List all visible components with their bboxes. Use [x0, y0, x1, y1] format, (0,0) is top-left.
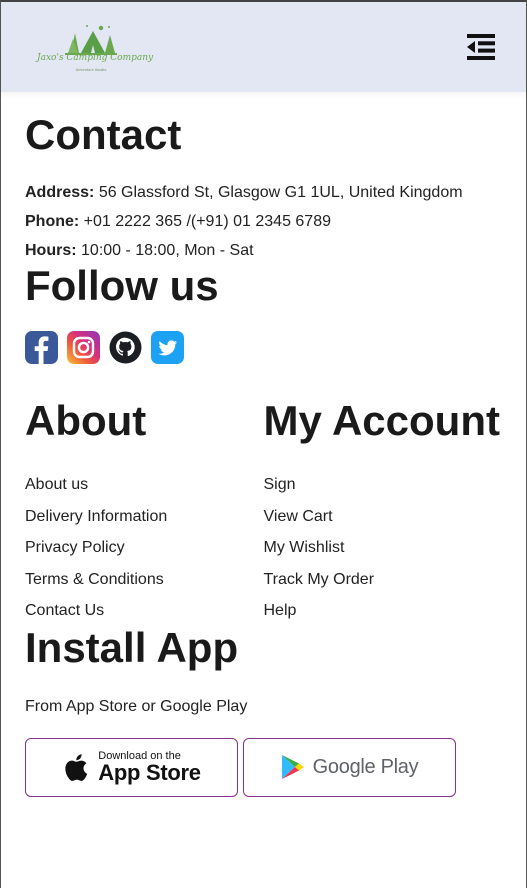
account-links: Sign View Cart My Wishlist Track My Orde… — [264, 469, 503, 627]
brand-name: Jaxo's Camping Company — [37, 53, 154, 63]
phone-label: Phone: — [25, 213, 80, 230]
install-heading: Install App — [25, 623, 239, 671]
facebook-icon[interactable] — [25, 331, 58, 364]
account-section: My Account Sign View Cart My Wishlist Tr… — [264, 400, 503, 627]
menu-toggle-button[interactable] — [466, 32, 496, 62]
about-heading: About — [25, 397, 147, 444]
brand-logo[interactable]: Jaxo's Camping Company Adventure Awaits — [37, 15, 154, 79]
about-link-privacy-policy[interactable]: Privacy Policy — [25, 532, 264, 564]
store-buttons: Download on the App Store Google Play — [25, 737, 502, 797]
brand-tagline: Adventure Awaits — [75, 67, 107, 72]
account-heading: My Account — [263, 397, 500, 444]
footer-content: Contact Address: 56 Glassford St, Glasgo… — [1, 92, 526, 797]
instagram-icon[interactable] — [67, 331, 100, 364]
follow-section: Follow us — [25, 265, 502, 364]
contact-info: Address: 56 Glassford St, Glasgow G1 1UL… — [25, 178, 502, 265]
phone-value: +01 2222 365 /(+91) 01 2345 6789 — [83, 213, 331, 230]
google-play-button[interactable]: Google Play — [243, 737, 456, 797]
account-link-help[interactable]: Help — [264, 595, 503, 627]
google-play-label: Google Play — [312, 755, 419, 778]
hours-row: Hours: 10:00 - 18:00, Mon - Sat — [25, 236, 502, 265]
about-link-delivery-information[interactable]: Delivery Information — [25, 501, 264, 533]
account-link-my-wishlist[interactable]: My Wishlist — [264, 532, 503, 564]
address-label: Address: — [25, 184, 95, 201]
address-row: Address: 56 Glassford St, Glasgow G1 1UL… — [25, 178, 502, 207]
install-subtitle: From App Store or Google Play — [25, 697, 248, 715]
link-columns: About About us Delivery Information Priv… — [25, 400, 502, 627]
contact-heading: Contact — [25, 111, 182, 158]
about-link-terms-conditions[interactable]: Terms & Conditions — [25, 564, 264, 596]
github-icon[interactable] — [109, 331, 142, 364]
twitter-icon[interactable] — [151, 331, 184, 364]
app-store-text: Download on the App Store — [98, 750, 201, 785]
phone-row: Phone: +01 2222 365 /(+91) 01 2345 6789 — [25, 207, 502, 236]
about-section: About About us Delivery Information Priv… — [25, 400, 264, 627]
google-play-icon — [281, 755, 304, 779]
hours-value: 10:00 - 18:00, Mon - Sat — [81, 242, 254, 259]
about-link-contact-us[interactable]: Contact Us — [25, 595, 264, 627]
hours-label: Hours: — [25, 242, 77, 259]
about-link-about-us[interactable]: About us — [25, 469, 264, 501]
apple-icon — [65, 753, 88, 781]
account-link-view-cart[interactable]: View Cart — [264, 501, 503, 533]
menu-collapse-icon — [467, 34, 495, 60]
address-value: 56 Glassford St, Glasgow G1 1UL, United … — [98, 184, 463, 201]
account-link-sign[interactable]: Sign — [264, 469, 503, 501]
follow-heading: Follow us — [25, 262, 219, 309]
tent-trees-icon — [65, 25, 117, 55]
about-links: About us Delivery Information Privacy Po… — [25, 469, 264, 627]
account-link-track-my-order[interactable]: Track My Order — [264, 564, 503, 596]
contact-section: Contact Address: 56 Glassford St, Glasgo… — [25, 92, 502, 265]
site-header: Jaxo's Camping Company Adventure Awaits — [1, 2, 526, 92]
app-store-button[interactable]: Download on the App Store — [25, 737, 238, 797]
social-links — [25, 331, 502, 364]
install-section: Install App From App Store or Google Pla… — [25, 623, 502, 797]
app-store-label: App Store — [98, 759, 201, 785]
